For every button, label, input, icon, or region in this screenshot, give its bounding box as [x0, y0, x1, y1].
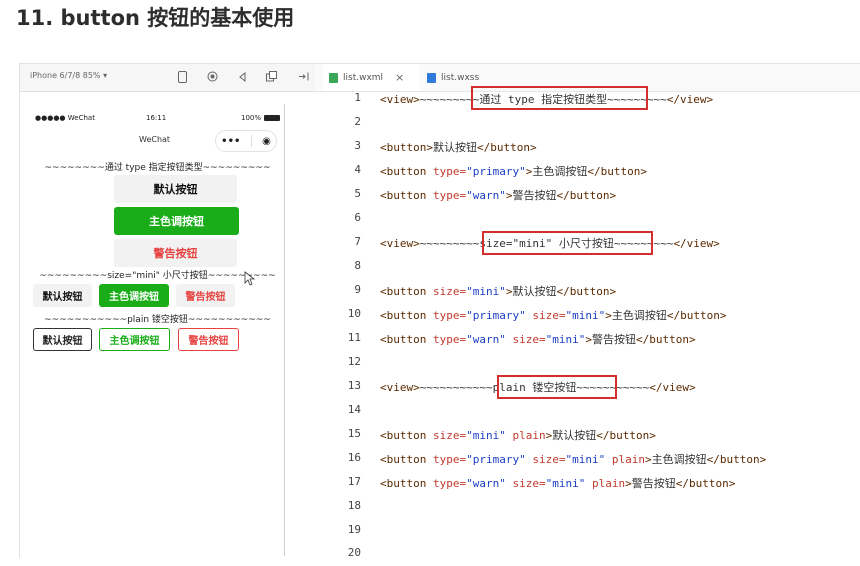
battery-icon — [264, 115, 281, 121]
line-number: 14 — [347, 403, 361, 416]
line-number: 6 — [354, 211, 361, 224]
code-line: 5 <button type="warn">警告按钮</button> — [315, 187, 860, 207]
line-number: 17 — [347, 475, 361, 488]
code-line: 14 — [315, 403, 860, 423]
page-heading: 11. button 按钮的基本使用 — [16, 6, 295, 30]
line-number: 7 — [354, 235, 361, 248]
type-section-label: ~~~~~~~~通过 type 指定按钮类型~~~~~~~~~ — [44, 163, 271, 173]
code-text: <button type="warn">警告按钮</button> — [380, 189, 617, 202]
line-number: 20 — [347, 546, 361, 559]
tab-list-wxml[interactable]: list.wxml × — [323, 64, 419, 91]
code-line: 11 <button type="warn" size="mini">警告按钮<… — [315, 331, 860, 351]
status-time: 16:11 — [146, 114, 167, 122]
close-miniprogram-icon[interactable]: ◉ — [262, 136, 271, 147]
code-line: 18 — [315, 499, 860, 519]
highlight-box-plain — [497, 375, 617, 399]
status-bar: ●●●●● WeChat 16:11 100% — [31, 114, 284, 126]
code-line: 2 — [315, 115, 860, 135]
highlight-box-type — [471, 86, 648, 110]
code-editor[interactable]: 1 <view>~~~~~~~~~通过 type 指定按钮类型~~~~~~~~~… — [315, 86, 860, 559]
code-text: <button size="mini" plain>默认按钮</button> — [380, 429, 656, 442]
line-number: 12 — [347, 355, 361, 368]
mini-primary-button[interactable]: 主色调按钮 — [99, 284, 169, 307]
wxss-file-icon — [427, 72, 436, 83]
code-line: 9 <button size="mini">默认按钮</button> — [315, 283, 860, 303]
nav-title: WeChat — [139, 135, 171, 144]
mouse-cursor-icon — [244, 271, 255, 286]
simulator-toolbar: iPhone 6/7/8 85% ▾ — [20, 64, 316, 92]
line-number: 5 — [354, 187, 361, 200]
menu-capsule: ••• ◉ — [215, 130, 277, 152]
wxml-file-icon — [329, 72, 338, 83]
line-number: 4 — [354, 163, 361, 176]
rotate-icon[interactable] — [265, 70, 278, 83]
code-line: 3 <button>默认按钮</button> — [315, 139, 860, 159]
line-number: 2 — [354, 115, 361, 128]
code-text: <button type="primary" size="mini">主色调按钮… — [380, 309, 727, 322]
plain-section-label: ~~~~~~~~~~~plain 镂空按钮~~~~~~~~~~~ — [44, 315, 271, 325]
line-number: 8 — [354, 259, 361, 272]
warn-button[interactable]: 警告按钮 — [114, 239, 237, 267]
code-line: 19 — [315, 523, 860, 543]
code-text: <button type="warn" size="mini" plain>警告… — [380, 477, 736, 490]
mini-warn-button[interactable]: 警告按钮 — [176, 284, 235, 307]
code-text: <button type="primary">主色调按钮</button> — [380, 165, 647, 178]
plain-warn-button[interactable]: 警告按钮 — [178, 328, 239, 351]
code-line: 4 <button type="primary">主色调按钮</button> — [315, 163, 860, 183]
close-tab-icon[interactable]: × — [395, 71, 404, 84]
line-number: 10 — [347, 307, 361, 320]
code-line: 10 <button type="primary" size="mini">主色… — [315, 307, 860, 327]
tab-label: list.wxss — [441, 72, 480, 83]
line-number: 15 — [347, 427, 361, 440]
mini-default-button[interactable]: 默认按钮 — [33, 284, 92, 307]
battery-percent: 100% — [241, 114, 262, 122]
code-line: 16 <button type="primary" size="mini" pl… — [315, 451, 860, 471]
highlight-box-size — [482, 231, 653, 255]
device-selector[interactable]: iPhone 6/7/8 85% ▾ — [30, 71, 107, 80]
record-icon[interactable] — [206, 70, 219, 83]
code-line: 20 — [315, 546, 860, 566]
collapse-panel-icon[interactable] — [298, 70, 311, 83]
code-text: <button type="warn" size="mini">警告按钮</bu… — [380, 333, 696, 346]
code-text: <button>默认按钮</button> — [380, 141, 537, 154]
more-menu-icon[interactable]: ••• — [221, 136, 240, 147]
default-button[interactable]: 默认按钮 — [114, 175, 237, 203]
line-number: 3 — [354, 139, 361, 152]
code-line: 17 <button type="warn" size="mini" plain… — [315, 475, 860, 495]
phone-icon[interactable] — [176, 70, 189, 83]
plain-default-button[interactable]: 默认按钮 — [33, 328, 92, 351]
devtools-window: iPhone 6/7/8 85% ▾ ●●●●● WeChat 16:11 10… — [19, 63, 860, 559]
code-line: 12 — [315, 355, 860, 375]
capsule-divider — [250, 135, 252, 147]
code-line: 6 — [315, 211, 860, 231]
line-number: 18 — [347, 499, 361, 512]
line-number: 11 — [347, 331, 361, 344]
line-number: 1 — [354, 91, 361, 104]
line-number: 19 — [347, 523, 361, 536]
phone-screen: ●●●●● WeChat 16:11 100% WeChat ••• ◉ ~~~… — [31, 104, 285, 556]
line-number: 9 — [354, 283, 361, 296]
code-line: 15 <button size="mini" plain>默认按钮</butto… — [315, 427, 860, 447]
line-number: 13 — [347, 379, 361, 392]
code-text: <button size="mini">默认按钮</button> — [380, 285, 617, 298]
code-line: 8 — [315, 259, 860, 279]
code-text: <button type="primary" size="mini" plain… — [380, 453, 767, 466]
primary-button[interactable]: 主色调按钮 — [114, 207, 239, 235]
plain-primary-button[interactable]: 主色调按钮 — [99, 328, 170, 351]
signal-indicator: ●●●●● WeChat — [35, 114, 95, 122]
line-number: 16 — [347, 451, 361, 464]
speaker-icon[interactable] — [235, 70, 248, 83]
tab-label: list.wxml — [343, 72, 384, 83]
battery-indicator: 100% — [241, 114, 281, 122]
nav-bar: WeChat ••• ◉ — [31, 130, 284, 152]
